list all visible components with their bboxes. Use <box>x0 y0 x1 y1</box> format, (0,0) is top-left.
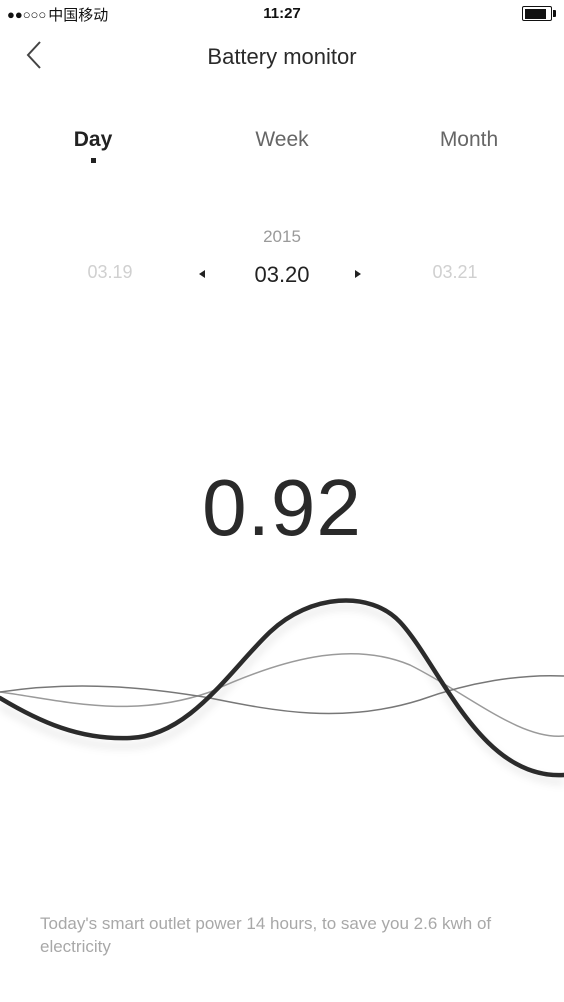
previous-date[interactable]: 03.19 <box>60 262 160 283</box>
previous-arrow-icon[interactable] <box>199 270 205 278</box>
tab-month-label: Month <box>439 128 499 151</box>
status-time: 11:27 <box>263 5 301 22</box>
active-tab-indicator <box>90 158 96 163</box>
battery-icon <box>522 6 556 21</box>
power-wave-graphic <box>0 598 564 785</box>
tab-day[interactable]: Day <box>13 128 173 163</box>
savings-summary: Today's smart outlet power 14 hours, to … <box>40 914 492 956</box>
next-date[interactable]: 03.21 <box>405 262 505 283</box>
year-label: 2015 <box>263 227 301 246</box>
date-picker: 03.19 03.20 03.21 <box>0 262 564 292</box>
next-arrow-icon[interactable] <box>355 270 361 278</box>
battery-fill <box>524 8 546 19</box>
power-reading: 0.92 <box>202 463 362 552</box>
tab-month[interactable]: Month <box>389 128 549 152</box>
tab-week-label: Week <box>255 128 309 151</box>
secondary-wave-b <box>0 674 564 715</box>
page-title: Battery monitor <box>207 44 357 69</box>
status-bar: ●●○○○ 中国移动 11:27 <box>0 0 564 30</box>
tab-week[interactable]: Week <box>202 128 362 152</box>
current-date: 03.20 <box>254 262 310 287</box>
period-tabs: Day Week Month <box>0 128 564 178</box>
nav-bar: Battery monitor <box>0 30 564 86</box>
wave-shadow <box>0 604 564 785</box>
tab-day-label: Day <box>73 128 113 151</box>
secondary-wave-a <box>0 653 564 737</box>
